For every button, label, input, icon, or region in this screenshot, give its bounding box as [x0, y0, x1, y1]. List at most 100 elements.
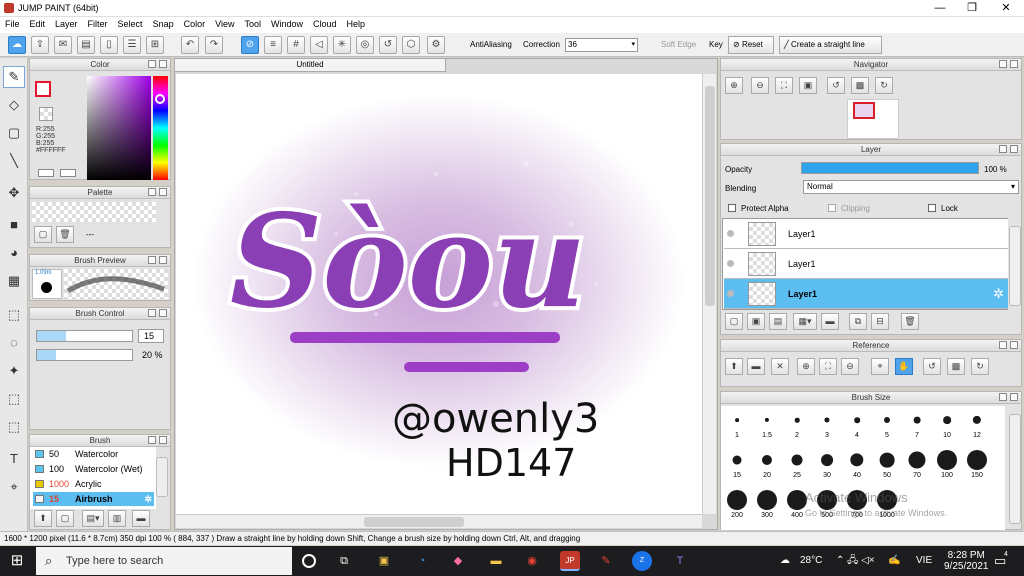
brush-size-cell[interactable]: 70	[902, 448, 932, 480]
vertical-scroll-thumb[interactable]	[705, 86, 715, 306]
cloud-icon[interactable]: ☁	[8, 36, 26, 54]
layer-opacity-slider[interactable]	[801, 162, 979, 174]
zoom-out-icon[interactable]: ⊖	[751, 77, 769, 94]
brush-size-cell[interactable]: 150	[962, 448, 992, 480]
notification-icon[interactable]: ▭ 4	[994, 546, 1008, 576]
taskbar-search[interactable]: ⌕ Type here to search	[36, 547, 292, 575]
panel-close-icon[interactable]	[159, 309, 167, 317]
brush-size-cell[interactable]: 30	[812, 448, 842, 480]
magic-wand-tool-icon[interactable]: ✦	[3, 360, 25, 382]
list-icon[interactable]: ☰	[123, 36, 141, 54]
reference-reset-icon[interactable]: ▩	[947, 358, 965, 375]
move-tool-icon[interactable]: ✥	[3, 182, 25, 204]
panel-float-icon[interactable]	[999, 341, 1007, 349]
menu-help[interactable]: Help	[342, 17, 371, 29]
weather-icon[interactable]: ☁	[780, 546, 790, 576]
brush-tool-icon[interactable]: ✎	[3, 66, 25, 88]
snap-radial-icon[interactable]: ✳	[333, 36, 351, 54]
menu-edit[interactable]: Edit	[25, 17, 51, 29]
layer-row[interactable]: Layer1	[724, 219, 1008, 249]
menu-view[interactable]: View	[210, 17, 239, 29]
visibility-icon[interactable]	[727, 260, 734, 267]
paint-app-icon[interactable]: ✎	[596, 551, 616, 571]
upload-icon[interactable]: ⇪	[31, 36, 49, 54]
layer-list-scrollbar[interactable]	[1009, 226, 1021, 306]
restore-button[interactable]: ❐	[956, 0, 988, 17]
brush-size-cell[interactable]: 4	[842, 408, 872, 440]
hue-slider[interactable]	[153, 76, 168, 180]
select-eraser-tool-icon[interactable]: ⬚	[3, 416, 25, 438]
navigator-view-rect[interactable]	[853, 102, 875, 119]
line-tool-icon[interactable]: ╲	[3, 150, 25, 172]
brush-size-cell[interactable]: 1	[722, 408, 752, 440]
brush-size-slider[interactable]	[36, 330, 133, 342]
brush-size-cell[interactable]: 50	[872, 448, 902, 480]
panel-close-icon[interactable]	[1010, 341, 1018, 349]
panel-float-icon[interactable]	[999, 145, 1007, 153]
brush-item-selected[interactable]: 15 Airbrush ✲	[33, 492, 154, 506]
zalo-icon[interactable]: Z	[632, 551, 652, 571]
reset-button[interactable]: ⊘ Reset	[728, 36, 774, 54]
shape-tool-icon[interactable]: ▢	[3, 122, 25, 144]
new-layer-copy-icon[interactable]: ▣	[747, 313, 765, 330]
panel-close-icon[interactable]	[159, 256, 167, 264]
brush-opacity-slider[interactable]	[36, 349, 133, 361]
language-indicator[interactable]: VIE	[916, 546, 932, 576]
panel-close-icon[interactable]	[1010, 393, 1018, 401]
brush-size-cell[interactable]: 5	[872, 408, 902, 440]
clock[interactable]: 8:28 PM 9/25/2021	[944, 546, 989, 576]
panel-close-icon[interactable]	[159, 60, 167, 68]
navigator-thumbnail[interactable]	[847, 99, 899, 139]
menu-layer[interactable]: Layer	[50, 17, 83, 29]
delete-layer-icon[interactable]: 🗑	[901, 313, 919, 330]
bucket-tool-icon[interactable]: ◕	[3, 242, 25, 264]
document-icon[interactable]: ▯	[100, 36, 118, 54]
system-tray-icons[interactable]: ⌃ 🖧 ◁×	[836, 546, 875, 576]
store-icon[interactable]: ▣	[374, 551, 394, 571]
brush-options-icon[interactable]: ▤▾	[82, 510, 104, 527]
select-pen-tool-icon[interactable]: ⬚	[3, 388, 25, 410]
new-layer-icon[interactable]: ▢	[725, 313, 743, 330]
visibility-icon[interactable]	[727, 230, 734, 237]
message-icon[interactable]: ▤	[77, 36, 95, 54]
brush-size-input[interactable]: 15	[138, 329, 164, 343]
rotate-left-icon[interactable]: ↺	[827, 77, 845, 94]
visibility-icon[interactable]	[727, 290, 734, 297]
layer-folder-icon[interactable]: ▬	[821, 313, 839, 330]
saturation-value-picker[interactable]	[87, 76, 151, 180]
brush-size-cell[interactable]: 20	[752, 448, 782, 480]
palette-swatches[interactable]	[32, 202, 156, 222]
reference-rotate-left-icon[interactable]: ↺	[923, 358, 941, 375]
straight-line-button[interactable]: ╱ Create a straight line	[779, 36, 882, 54]
paint-drop-icon[interactable]: ◆	[448, 551, 468, 571]
brush-size-cell[interactable]: 7	[902, 408, 932, 440]
snap-parallel-icon[interactable]: ≡	[264, 36, 282, 54]
duplicate-layer-icon[interactable]: ⧉	[849, 313, 867, 330]
undo-icon[interactable]: ↶	[181, 36, 199, 54]
reference-upload-icon[interactable]: ⬆	[725, 358, 743, 375]
edge-icon[interactable]: ◔	[412, 551, 432, 571]
panel-float-icon[interactable]	[999, 393, 1007, 401]
lasso-tool-icon[interactable]: ◌	[3, 332, 25, 354]
gear-icon[interactable]: ✲	[993, 286, 1004, 302]
actual-size-icon[interactable]: ▣	[799, 77, 817, 94]
document-tab[interactable]: Untitled	[174, 58, 446, 72]
correction-select[interactable]: 36 ▾	[565, 38, 638, 52]
color-mode-button-2[interactable]	[60, 169, 76, 177]
color-mode-button[interactable]	[38, 169, 54, 177]
close-button[interactable]: ✕	[990, 0, 1022, 17]
palette-delete-icon[interactable]: 🗑	[56, 226, 74, 243]
reference-eyedropper-icon[interactable]: ⌖	[871, 358, 889, 375]
reference-fit-icon[interactable]: ⛶	[819, 358, 837, 375]
brush-size-scrollbar[interactable]	[1009, 414, 1021, 524]
menu-tool[interactable]: Tool	[239, 17, 266, 29]
panel-float-icon[interactable]	[148, 436, 156, 444]
snap-grid-icon[interactable]: #	[287, 36, 305, 54]
reference-close-icon[interactable]: ✕	[771, 358, 789, 375]
chrome-icon[interactable]: ◉	[522, 551, 542, 571]
jump-paint-taskbar-icon[interactable]: JP	[560, 551, 580, 571]
snap-curve-icon[interactable]: ↺	[379, 36, 397, 54]
cortana-icon[interactable]	[302, 554, 316, 568]
reference-zoom-in-icon[interactable]: ⊕	[797, 358, 815, 375]
eyedropper-tool-icon[interactable]: ⌖	[3, 476, 25, 498]
